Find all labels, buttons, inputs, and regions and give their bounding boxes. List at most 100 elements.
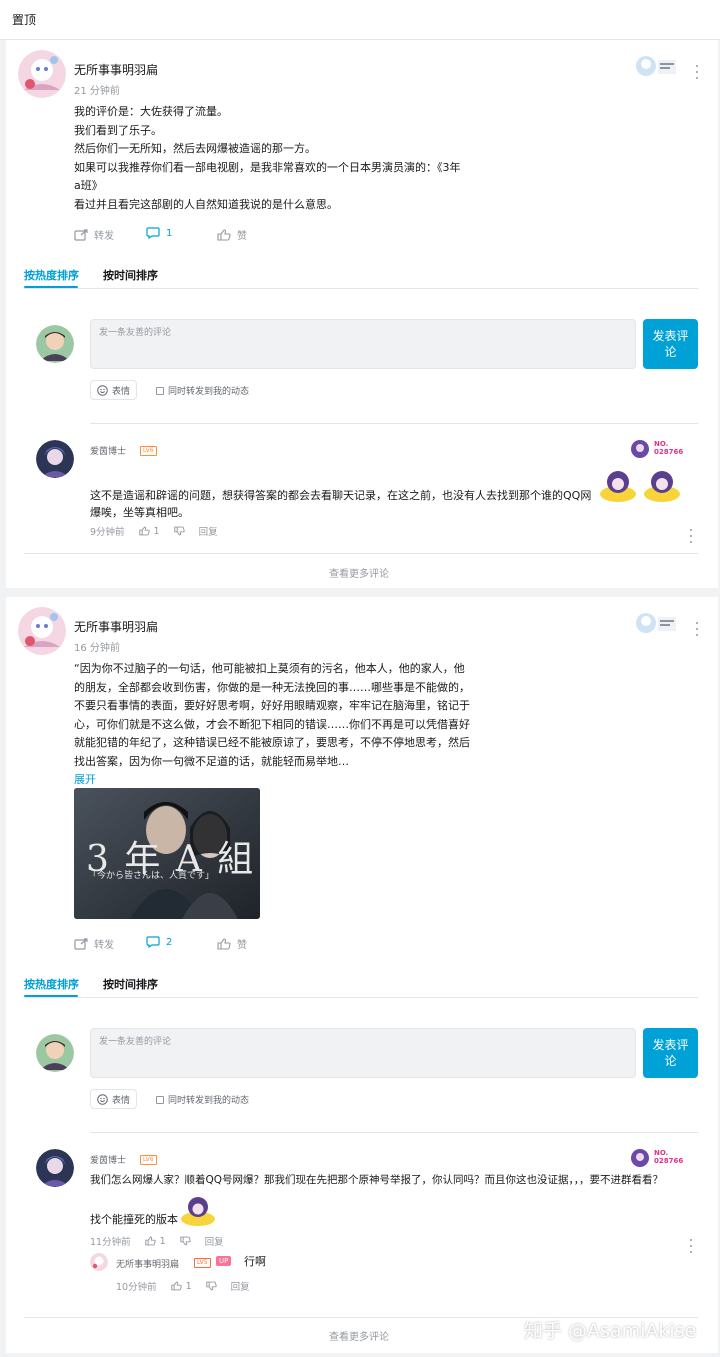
like-button[interactable]: 赞	[217, 227, 247, 242]
forward-label: 转发	[94, 940, 114, 951]
comment-time: 11分钟前	[90, 1237, 131, 1248]
decor-badge	[634, 54, 680, 80]
comment-icon	[146, 936, 160, 948]
level-badge: LV6	[140, 446, 157, 456]
emoji-button[interactable]: 表情	[90, 1089, 138, 1109]
divider	[24, 553, 698, 554]
post-body: “因为你不过脑子的一句话，他可能被扣上莫须有的污名，他本人，他的家人，他 的朋友…	[74, 660, 494, 790]
comment-text: 这不是造谣和辟谣的问题，想获得答案的都会去看聊天记录，在这之前，也没有人去找到那…	[90, 489, 592, 519]
thumbs-down-icon[interactable]	[173, 526, 185, 536]
post-line: 然后你们一无所知，然后去网爆被造谣的那一方。	[74, 142, 316, 155]
comment-placeholder: 发一条友善的评论	[99, 328, 172, 338]
sync-checkbox[interactable]: 同时转发到我的动态	[156, 384, 249, 397]
comment-like-button[interactable]: 1	[144, 1235, 166, 1247]
subreply-like-button[interactable]: 1	[170, 1280, 192, 1292]
checkbox-icon	[156, 386, 164, 395]
my-avatar	[36, 1034, 74, 1072]
forward-button[interactable]: 转发	[74, 227, 114, 242]
comment-like-count: 1	[153, 525, 160, 537]
post-line: 就能犯错的年纪了，这种错误已经不能被原谅了，要思考，不停不停地思考，然后	[74, 736, 470, 749]
smile-icon	[97, 1093, 108, 1105]
author-avatar[interactable]	[18, 50, 66, 98]
forward-icon	[74, 937, 88, 950]
fan-badge-number: NO. 028766	[654, 440, 684, 456]
post-line: “因为你不过脑子的一句话，他可能被扣上莫须有的污名，他本人，他的家人，他	[74, 662, 465, 675]
like-label: 赞	[237, 231, 247, 242]
post-line: 心，可你们就是不这么做，才会不断犯下相同的错误……你们不再是可以凭借喜好	[74, 717, 470, 731]
sync-label: 同时转发到我的动态	[168, 387, 250, 397]
thumbs-up-icon	[144, 1236, 156, 1246]
image-subtitle: 「今から皆さんは、人質です」	[88, 871, 215, 881]
tab-sort-hot[interactable]: 按热度排序	[24, 267, 79, 283]
commenter-name[interactable]: 爱茵博士	[90, 1153, 126, 1166]
thumbs-down-icon[interactable]	[179, 1236, 191, 1246]
submit-comment-button[interactable]: 发表评论	[643, 319, 698, 369]
post-line: 如果可以我推荐你们看一部电视剧，是我非常喜欢的一个日本男演员演的：《3年	[74, 160, 461, 174]
post-card-1: 无所事事明羽扁 21 分钟前 我的评价是：大佐获得了流量。 我们看到了乐子。 然…	[6, 40, 718, 588]
commenter-avatar[interactable]	[36, 1149, 74, 1187]
author-name[interactable]: 无所事事明羽扁	[74, 61, 158, 78]
comment-text-2: 找个能撞死的版本	[90, 1213, 178, 1226]
thumbs-down-icon[interactable]	[205, 1281, 217, 1291]
post-card-2: 无所事事明羽扁 16 分钟前 “因为你不过脑子的一句话，他可能被扣上莫须有的污名…	[6, 597, 718, 1353]
comment-button[interactable]: 1	[146, 227, 172, 239]
divider	[90, 1132, 698, 1133]
smile-icon	[97, 384, 108, 396]
comment-more-icon[interactable]	[686, 529, 696, 543]
expand-link[interactable]: 展开	[74, 771, 494, 790]
more-menu-icon[interactable]	[692, 622, 702, 636]
submit-comment-button[interactable]: 发表评论	[643, 1028, 698, 1078]
comment-meta: 11分钟前 1 回复	[90, 1234, 224, 1249]
checkbox-icon	[156, 1095, 164, 1104]
fan-badge: NO. 028766	[628, 438, 694, 460]
comment-icon	[146, 227, 160, 239]
view-more-comments[interactable]: 查看更多评论	[329, 1328, 389, 1343]
sync-checkbox[interactable]: 同时转发到我的动态	[156, 1093, 249, 1106]
post-image[interactable]: 3 年 A 組 「今から皆さんは、人質です」	[74, 788, 260, 919]
divider	[90, 423, 698, 424]
comment-button[interactable]: 2	[146, 936, 172, 948]
subreply-name[interactable]: 无所事事明羽扁	[116, 1257, 179, 1270]
commenter-name[interactable]: 爱茵博士	[90, 444, 126, 457]
post-line: 看过并且看完这部剧的人自然知道我说的是什么意思。	[74, 197, 338, 211]
emoji-label: 表情	[112, 1095, 131, 1106]
post-line: 我们看到了乐子。	[74, 123, 162, 137]
more-menu-icon[interactable]	[692, 65, 702, 79]
sticker-decoration	[596, 464, 686, 504]
post-line: 的朋友，全部都会收到伤害，你做的是一种无法挽回的事……哪些事是不能做的，	[74, 680, 470, 694]
comment-input[interactable]: 发一条友善的评论	[90, 1028, 636, 1078]
watermark: 知乎 @AsamiAkise	[524, 1320, 697, 1342]
author-name[interactable]: 无所事事明羽扁	[74, 618, 158, 635]
tab-sort-hot[interactable]: 按热度排序	[24, 976, 79, 992]
subreply-avatar[interactable]	[90, 1253, 108, 1271]
emoji-button[interactable]: 表情	[90, 380, 138, 400]
like-button[interactable]: 赞	[217, 936, 247, 951]
pinned-header: 置顶	[0, 0, 720, 40]
comment-like-button[interactable]: 1	[138, 525, 160, 537]
view-more-comments[interactable]: 查看更多评论	[329, 565, 389, 580]
post-line: a班》	[74, 179, 103, 192]
sticker-decoration	[178, 1193, 218, 1227]
level-badge: LV5	[194, 1258, 211, 1268]
subreply-like-count: 1	[185, 1280, 192, 1292]
post-line: 我的评价是：大佐获得了流量。	[74, 105, 228, 118]
divider	[24, 997, 698, 998]
fan-badge-number: NO. 028766	[654, 1149, 684, 1165]
comment-input[interactable]: 发一条友善的评论	[90, 319, 636, 369]
comment-more-icon[interactable]	[686, 1239, 696, 1253]
divider	[24, 288, 698, 289]
author-avatar[interactable]	[18, 607, 66, 655]
tab-sort-time[interactable]: 按时间排序	[103, 267, 158, 283]
reply-button[interactable]: 回复	[205, 1234, 224, 1248]
comment-like-count: 1	[159, 1235, 166, 1247]
commenter-avatar[interactable]	[36, 440, 74, 478]
forward-button[interactable]: 转发	[74, 936, 114, 951]
subreply-reply-button[interactable]: 回复	[231, 1279, 250, 1293]
decor-badge	[634, 611, 680, 637]
comment-time: 9分钟前	[90, 527, 125, 538]
reply-button[interactable]: 回复	[199, 524, 218, 538]
comment-placeholder: 发一条友善的评论	[99, 1037, 172, 1047]
level-badge: LV6	[140, 1155, 157, 1165]
subreply-time: 10分钟前	[116, 1282, 157, 1293]
tab-sort-time[interactable]: 按时间排序	[103, 976, 158, 992]
